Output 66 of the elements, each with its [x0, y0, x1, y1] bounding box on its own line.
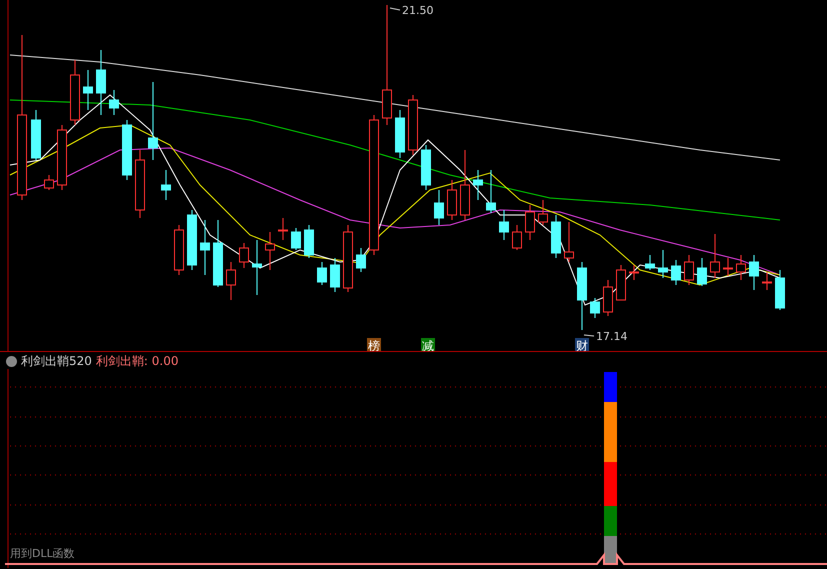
rising-candle: [408, 94, 418, 156]
rising-candle: [616, 264, 626, 300]
falling-candle: [395, 110, 405, 158]
rising-candle: [736, 254, 746, 280]
rising-candle: [57, 124, 67, 190]
low-price-label: 17.14: [596, 330, 628, 343]
high-price-leader-line: [390, 8, 400, 10]
high-price-label: 21.50: [402, 4, 434, 17]
falling-candle: [577, 262, 587, 330]
rising-candle: [343, 224, 353, 292]
falling-candle: [200, 220, 210, 276]
falling-candle: [161, 170, 171, 200]
rising-candle: [70, 60, 80, 126]
rising-candle: [564, 222, 574, 262]
indicator-name: 利剑出鞘520: [21, 352, 92, 370]
falling-candle: [658, 250, 668, 278]
falling-candle: [749, 254, 759, 290]
rising-candle: [710, 234, 720, 278]
indicator-value: 利剑出鞘: 0.00: [96, 352, 178, 370]
rising-candle: [762, 272, 772, 290]
rising-candle: [447, 180, 457, 220]
falling-candle: [252, 240, 262, 296]
falling-candle: [317, 262, 327, 286]
rising-candle: [629, 264, 639, 280]
rising-candle: [135, 150, 145, 218]
falling-candle: [83, 70, 93, 110]
rising-candle: [239, 242, 249, 268]
collapse-icon[interactable]: [6, 356, 17, 366]
event-marker[interactable]: 榜: [368, 339, 380, 352]
rising-candle: [265, 232, 275, 270]
falling-candle: [645, 254, 655, 270]
falling-candle: [421, 144, 431, 190]
rising-candle: [460, 150, 470, 220]
low-price-leader-line: [584, 334, 594, 336]
event-marker[interactable]: 财: [576, 339, 588, 352]
falling-candle: [473, 170, 483, 200]
falling-candle: [775, 270, 785, 310]
rising-candle: [684, 254, 694, 286]
falling-candle: [187, 210, 197, 270]
rising-candle: [723, 258, 733, 276]
falling-candle: [304, 224, 314, 258]
falling-candle: [109, 90, 119, 116]
falling-candle: [551, 214, 561, 258]
falling-candle: [356, 248, 366, 272]
falling-candle: [122, 120, 132, 180]
falling-candle: [671, 260, 681, 286]
rising-candle: [538, 200, 548, 226]
event-marker[interactable]: 减: [422, 339, 434, 352]
falling-candle: [590, 298, 600, 318]
rising-candle: [512, 224, 522, 250]
falling-candle: [291, 228, 301, 250]
rising-candle: [525, 204, 535, 240]
falling-candle: [31, 110, 41, 160]
footer-note: 用到DLL函数: [10, 546, 75, 561]
rising-candle: [226, 262, 236, 300]
falling-candle: [434, 190, 444, 226]
falling-candle: [96, 50, 106, 116]
falling-candle: [486, 170, 496, 214]
falling-candle: [213, 220, 223, 288]
falling-candle: [330, 258, 340, 292]
falling-candle: [499, 210, 509, 240]
rising-candle: [44, 174, 54, 190]
rising-candle: [278, 218, 288, 240]
rising-candle: [174, 224, 184, 276]
rising-candle: [603, 280, 613, 316]
falling-candle: [697, 258, 707, 286]
